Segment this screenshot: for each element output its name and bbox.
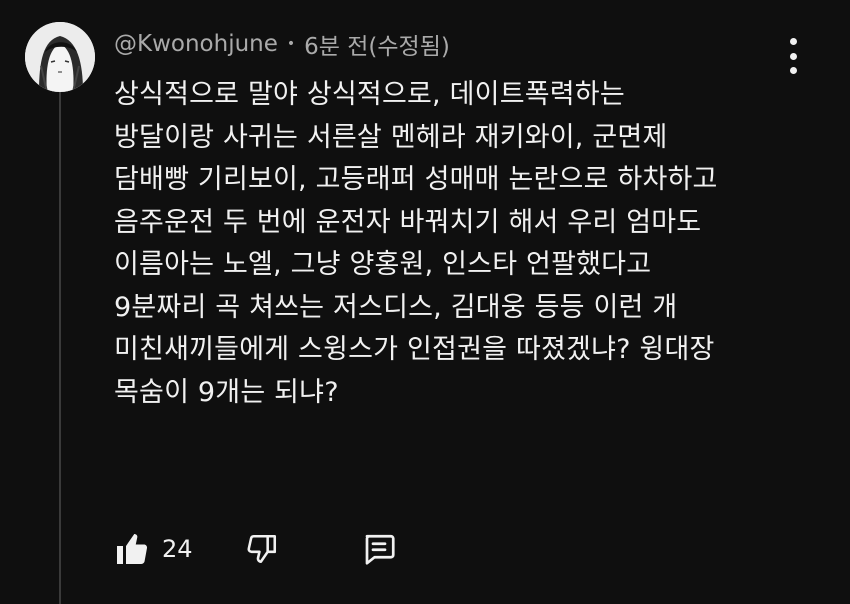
comment-line: 담배빵 기리보이, 고등래퍼 성매매 논란으로 하차하고 xyxy=(114,164,718,195)
more-options-button[interactable] xyxy=(778,36,808,76)
like-count: 24 xyxy=(162,535,193,563)
comment-actions: 24 xyxy=(114,528,397,570)
reply-button[interactable] xyxy=(361,531,397,567)
timestamp[interactable]: 6분 전(수정됨) xyxy=(304,27,450,61)
comment-body: 상식적으로 말야 상식적으로, 데이트폭력하는 방달이랑 사귀는 서른살 멘헤라… xyxy=(114,74,814,414)
comment-line: 방달이랑 사귀는 서른살 멘헤라 재키와이, 군면제 xyxy=(114,121,668,153)
comment-line: 미친새끼들에게 스윙스가 인접권을 따졌겠냐? 윙대장 xyxy=(114,334,715,365)
avatar[interactable] xyxy=(25,22,95,92)
more-vertical-icon-dot xyxy=(789,67,797,74)
dislike-button[interactable] xyxy=(245,532,279,566)
like-button[interactable]: 24 xyxy=(114,531,193,567)
thumbs-down-icon xyxy=(247,534,276,564)
comment-line: 음주운전 두 번에 운전자 바꿔치기 해서 우리 엄마도 xyxy=(114,206,702,238)
comment-meta: @Kwonohjune • 6분 전(수정됨) xyxy=(114,28,450,60)
comment-line: 9분짜리 곡 쳐쓰는 저스디스, 김대웅 등등 이런 개 xyxy=(114,291,678,323)
author-name[interactable]: @Kwonohjune xyxy=(114,31,278,57)
avatar-image xyxy=(25,22,95,92)
comment-line: 상식적으로 말야 상식적으로, 데이트폭력하는 xyxy=(114,79,625,110)
thumbs-up-icon xyxy=(117,534,148,564)
comment-reply-icon xyxy=(365,534,395,565)
meta-separator: • xyxy=(286,36,296,52)
comment-line: 목숨이 9개는 되냐? xyxy=(114,376,339,408)
more-vertical-icon-dot xyxy=(789,52,797,60)
more-vertical-icon xyxy=(789,38,797,45)
thread-line xyxy=(59,92,61,604)
comment-line: 이름아는 노엘, 그냥 양홍원, 인스타 언팔했다고 xyxy=(114,249,652,280)
